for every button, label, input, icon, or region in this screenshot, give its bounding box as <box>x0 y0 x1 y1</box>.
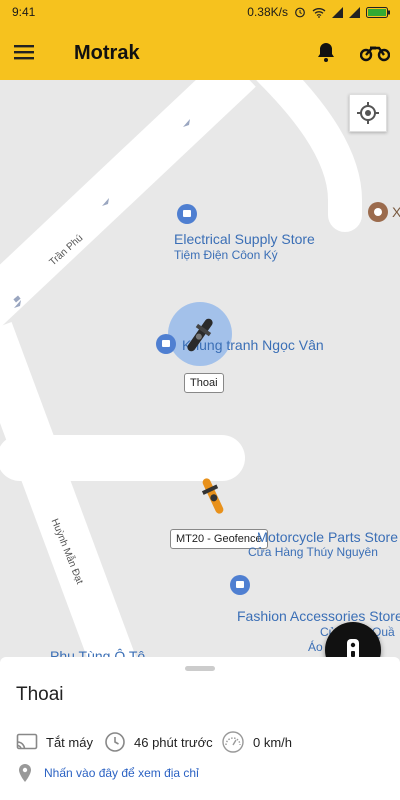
crosshair-icon <box>357 102 379 124</box>
signal-icon <box>349 6 360 18</box>
vehicle-status-row: Tắt máy 46 phút trước 0 km/h <box>0 729 400 755</box>
speed-text: 0 km/h <box>253 734 293 750</box>
poi-x-label: X <box>392 204 400 220</box>
app-bar: Motrak <box>0 24 400 80</box>
shopping-bag-icon[interactable] <box>230 575 250 595</box>
location-pin-icon <box>19 764 31 782</box>
poi-motorcycle-parts-store[interactable]: Motorcycle Parts Store <box>258 529 398 545</box>
menu-icon[interactable] <box>10 38 38 66</box>
status-bar: 9:41 0.38K/s <box>0 0 400 24</box>
last-update: 46 phút trước <box>104 729 213 755</box>
vehicle-name: Thoai <box>16 684 64 705</box>
my-location-button[interactable] <box>349 94 387 132</box>
drag-handle[interactable] <box>185 666 215 671</box>
shopping-bag-icon[interactable] <box>177 204 197 224</box>
last-update-text: 46 phút trước <box>134 734 213 750</box>
engine-status: Tắt máy <box>16 729 93 755</box>
poi-electrical-supply-store-sub: Tiệm Điện Côon Ký <box>174 248 278 262</box>
status-time: 9:41 <box>12 5 36 19</box>
map-roads <box>0 80 362 660</box>
map-view[interactable]: Trần Phú Huỳnh Mẫn Đạt Electrical Supply… <box>0 80 400 660</box>
motorcycle-marker-icon[interactable] <box>198 474 228 518</box>
alarm-icon <box>295 7 305 18</box>
cast-icon <box>16 733 38 750</box>
shopping-bag-icon[interactable] <box>156 334 176 354</box>
clock-icon <box>105 732 125 752</box>
engine-status-text: Tắt máy <box>46 734 93 750</box>
address-link[interactable]: Nhấn vào đây để xem địa chỉ <box>44 766 199 780</box>
wifi-icon <box>312 7 326 18</box>
speedometer-icon <box>222 731 244 753</box>
poi-motorcycle-parts-store-sub: Cửa Hàng Thúy Nguyên <box>248 545 378 559</box>
motorcycle-icon[interactable] <box>360 40 390 64</box>
app-title: Motrak <box>74 42 140 64</box>
motorcycle-marker-icon[interactable] <box>186 313 214 357</box>
signal-icon <box>332 6 343 18</box>
marker-label-thoai[interactable]: Thoai <box>184 373 224 393</box>
poi-electrical-supply-store[interactable]: Electrical Supply Store <box>174 231 315 247</box>
address-link-row[interactable]: Nhấn vào đây để xem địa chỉ <box>18 764 199 782</box>
bell-icon[interactable] <box>314 40 338 64</box>
battery-icon <box>366 6 390 18</box>
poi-fashion-sub-3: Áo <box>308 640 323 654</box>
network-speed: 0.38K/s <box>247 5 288 19</box>
status-icons: 0.38K/s <box>247 5 390 19</box>
speed: 0 km/h <box>221 729 292 755</box>
restaurant-icon[interactable] <box>368 202 388 222</box>
vehicle-bottom-sheet[interactable]: Thoai Tắt máy 46 phút trước 0 km/h Nhấn … <box>0 657 400 800</box>
